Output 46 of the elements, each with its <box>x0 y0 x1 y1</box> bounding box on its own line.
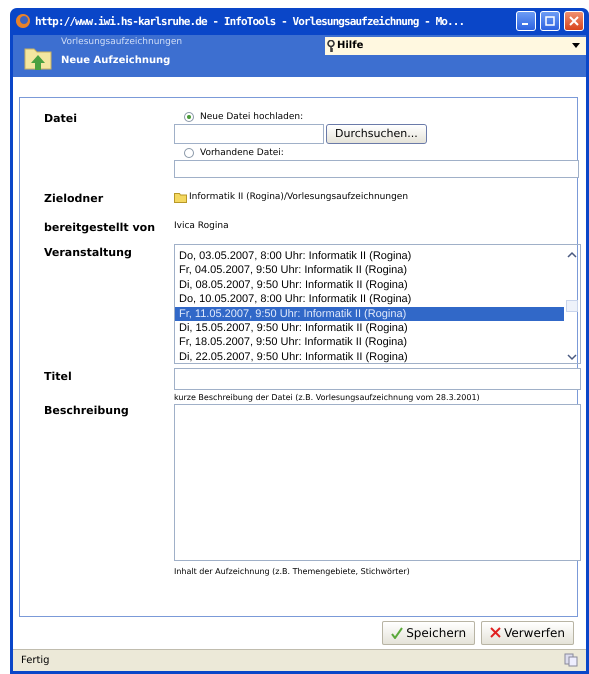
cross-icon <box>490 627 502 638</box>
event-listbox[interactable] <box>174 244 581 364</box>
radio-label: Vorhandene Datei: <box>200 148 284 158</box>
list-item[interactable]: Fr, 18.05.2007, 9:50 Uhr: Informatik II (Rogina) <box>175 335 564 350</box>
browser-logo-icon <box>15 13 31 30</box>
list-item[interactable]: Di, 15.05.2007, 9:50 Uhr: Informatik II (Rogina) <box>175 320 564 336</box>
radio-button[interactable] <box>184 148 194 158</box>
provider-name: Ivica Rogina <box>174 220 230 231</box>
field-label: Veranstaltung <box>44 246 133 261</box>
file-path-field[interactable] <box>174 124 324 144</box>
list-item[interactable]: Fr, 11.05.2007, 9:50 Uhr: Informatik II (Rogina) <box>175 306 564 321</box>
page-heading: Neue Aufzeichnung <box>61 54 172 66</box>
breadcrumb-link[interactable]: Vorlesungsaufzeichnungen <box>61 36 301 47</box>
minimize-icon[interactable] <box>516 11 536 32</box>
status-text: Fertig <box>21 654 50 666</box>
window-title: http://www.iwi.hs-karlsruhe.de - InfoTools - Vorlesungsaufzeichnung - Mo... <box>35 14 466 28</box>
list-item[interactable]: Di, 08.05.2007, 9:50 Uhr: Informatik II (Rogina) <box>175 278 564 292</box>
save-button[interactable]: Speichern <box>382 620 476 645</box>
radio-button[interactable] <box>184 112 194 122</box>
field-label: bereitgestellt von <box>44 220 156 234</box>
browse-button[interactable]: Durchsuchen... <box>326 124 427 144</box>
field-hint: kurze Beschreibung der Datei (z.B. Vorlesungsaufzeichnung vom 28.3.2001) <box>174 392 481 402</box>
folder-path: Informatik II (Rogina)/Vorlesungsaufzeichnungen <box>189 192 408 202</box>
field-label: Titel <box>44 370 73 385</box>
field-label: Beschreibung <box>44 404 130 419</box>
radio-label: Neue Datei hochladen: <box>200 112 304 122</box>
folder-icon <box>174 192 187 203</box>
field-hint: Inhalt der Aufzeichnung (z.B. Themengebiete, Stichwörter) <box>174 566 411 576</box>
dropdown-caret-icon <box>572 43 580 48</box>
list-item[interactable]: Do, 03.05.2007, 8:00 Uhr: Informatik II (Rogina) <box>175 248 564 264</box>
list-item[interactable]: Fr, 04.05.2007, 9:50 Uhr: Informatik II (Rogina) <box>175 263 564 278</box>
discard-button[interactable]: Verwerfen <box>481 620 574 645</box>
existing-file-field[interactable] <box>174 160 579 178</box>
field-label: Datei <box>44 112 78 127</box>
title-field[interactable] <box>174 368 581 390</box>
scroll-thumb[interactable] <box>566 300 578 312</box>
maximize-icon[interactable] <box>540 11 560 32</box>
help-menu[interactable]: Hilfe <box>325 36 586 55</box>
close-icon[interactable] <box>564 11 584 32</box>
key-icon <box>327 40 335 52</box>
checkmark-icon <box>391 626 404 639</box>
description-field[interactable] <box>174 404 581 561</box>
list-item[interactable]: Do, 10.05.2007, 8:00 Uhr: Informatik II (Rogina) <box>175 292 564 307</box>
field-label: Zielodner <box>44 192 104 205</box>
page-icon <box>564 653 578 668</box>
list-item[interactable]: Di, 22.05.2007, 9:50 Uhr: Informatik II (Rogina) <box>175 350 564 364</box>
